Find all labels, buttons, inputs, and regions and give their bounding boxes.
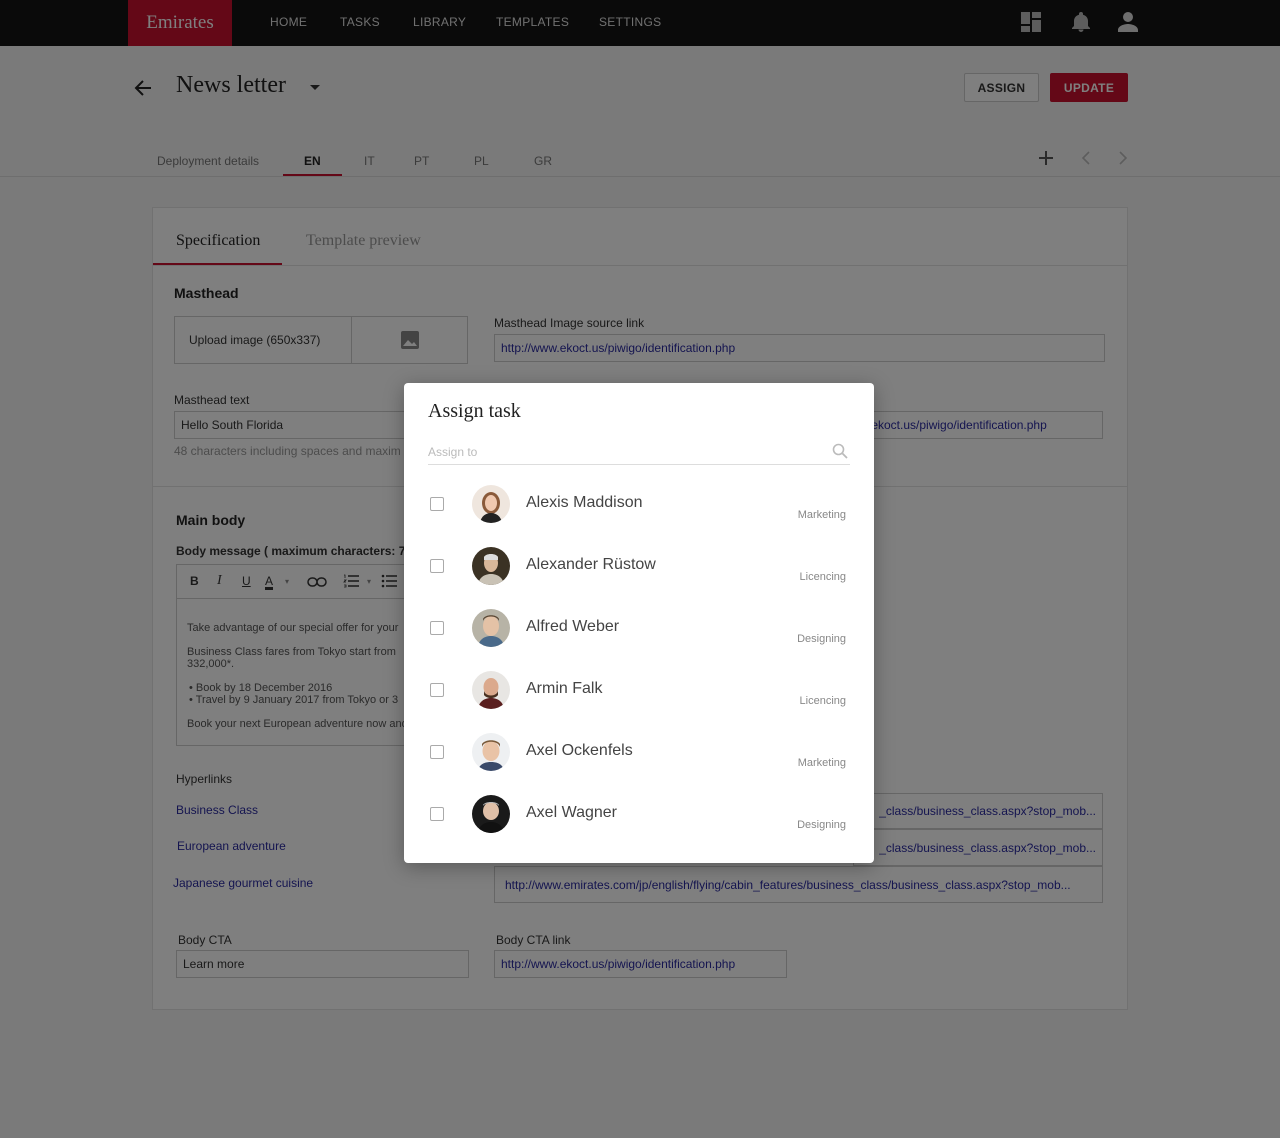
avatar xyxy=(472,671,510,709)
search-placeholder: Assign to xyxy=(428,445,478,459)
person-name: Axel Ockenfels xyxy=(526,742,633,759)
person-name: Alexander Rüstow xyxy=(526,556,656,573)
person-department: Designing xyxy=(797,633,846,645)
person-department: Licencing xyxy=(799,695,846,707)
person-name: Armin Falk xyxy=(526,680,603,697)
person-name: Axel Wagner xyxy=(526,804,617,821)
person-department: Designing xyxy=(797,819,846,831)
person-checkbox[interactable] xyxy=(430,497,444,511)
person-department: Marketing xyxy=(797,509,846,521)
assign-task-modal: Assign task Assign to Alexis Maddison Ma… xyxy=(404,383,874,863)
person-checkbox[interactable] xyxy=(430,807,444,821)
person-row[interactable]: Axel Wagner Designing xyxy=(404,793,874,855)
person-checkbox[interactable] xyxy=(430,559,444,573)
person-department: Marketing xyxy=(797,757,846,769)
avatar xyxy=(472,485,510,523)
person-name: Alexis Maddison xyxy=(526,494,643,511)
person-row[interactable]: Alexis Maddison Marketing xyxy=(404,483,874,545)
avatar xyxy=(472,733,510,771)
person-row[interactable]: Alexander Rüstow Licencing xyxy=(404,545,874,607)
person-row[interactable]: Armin Falk Licencing xyxy=(404,669,874,731)
avatar xyxy=(472,795,510,833)
person-checkbox[interactable] xyxy=(430,683,444,697)
avatar xyxy=(472,547,510,585)
person-checkbox[interactable] xyxy=(430,621,444,635)
person-row[interactable]: Axel Ockenfels Marketing xyxy=(404,731,874,793)
person-checkbox[interactable] xyxy=(430,745,444,759)
assign-to-search-input[interactable]: Assign to xyxy=(428,441,850,465)
avatar xyxy=(472,609,510,647)
person-department: Licencing xyxy=(799,571,846,583)
person-row[interactable]: Alfred Weber Designing xyxy=(404,607,874,669)
person-name: Alfred Weber xyxy=(526,618,620,635)
modal-title: Assign task xyxy=(428,400,521,422)
search-icon[interactable] xyxy=(832,443,848,464)
